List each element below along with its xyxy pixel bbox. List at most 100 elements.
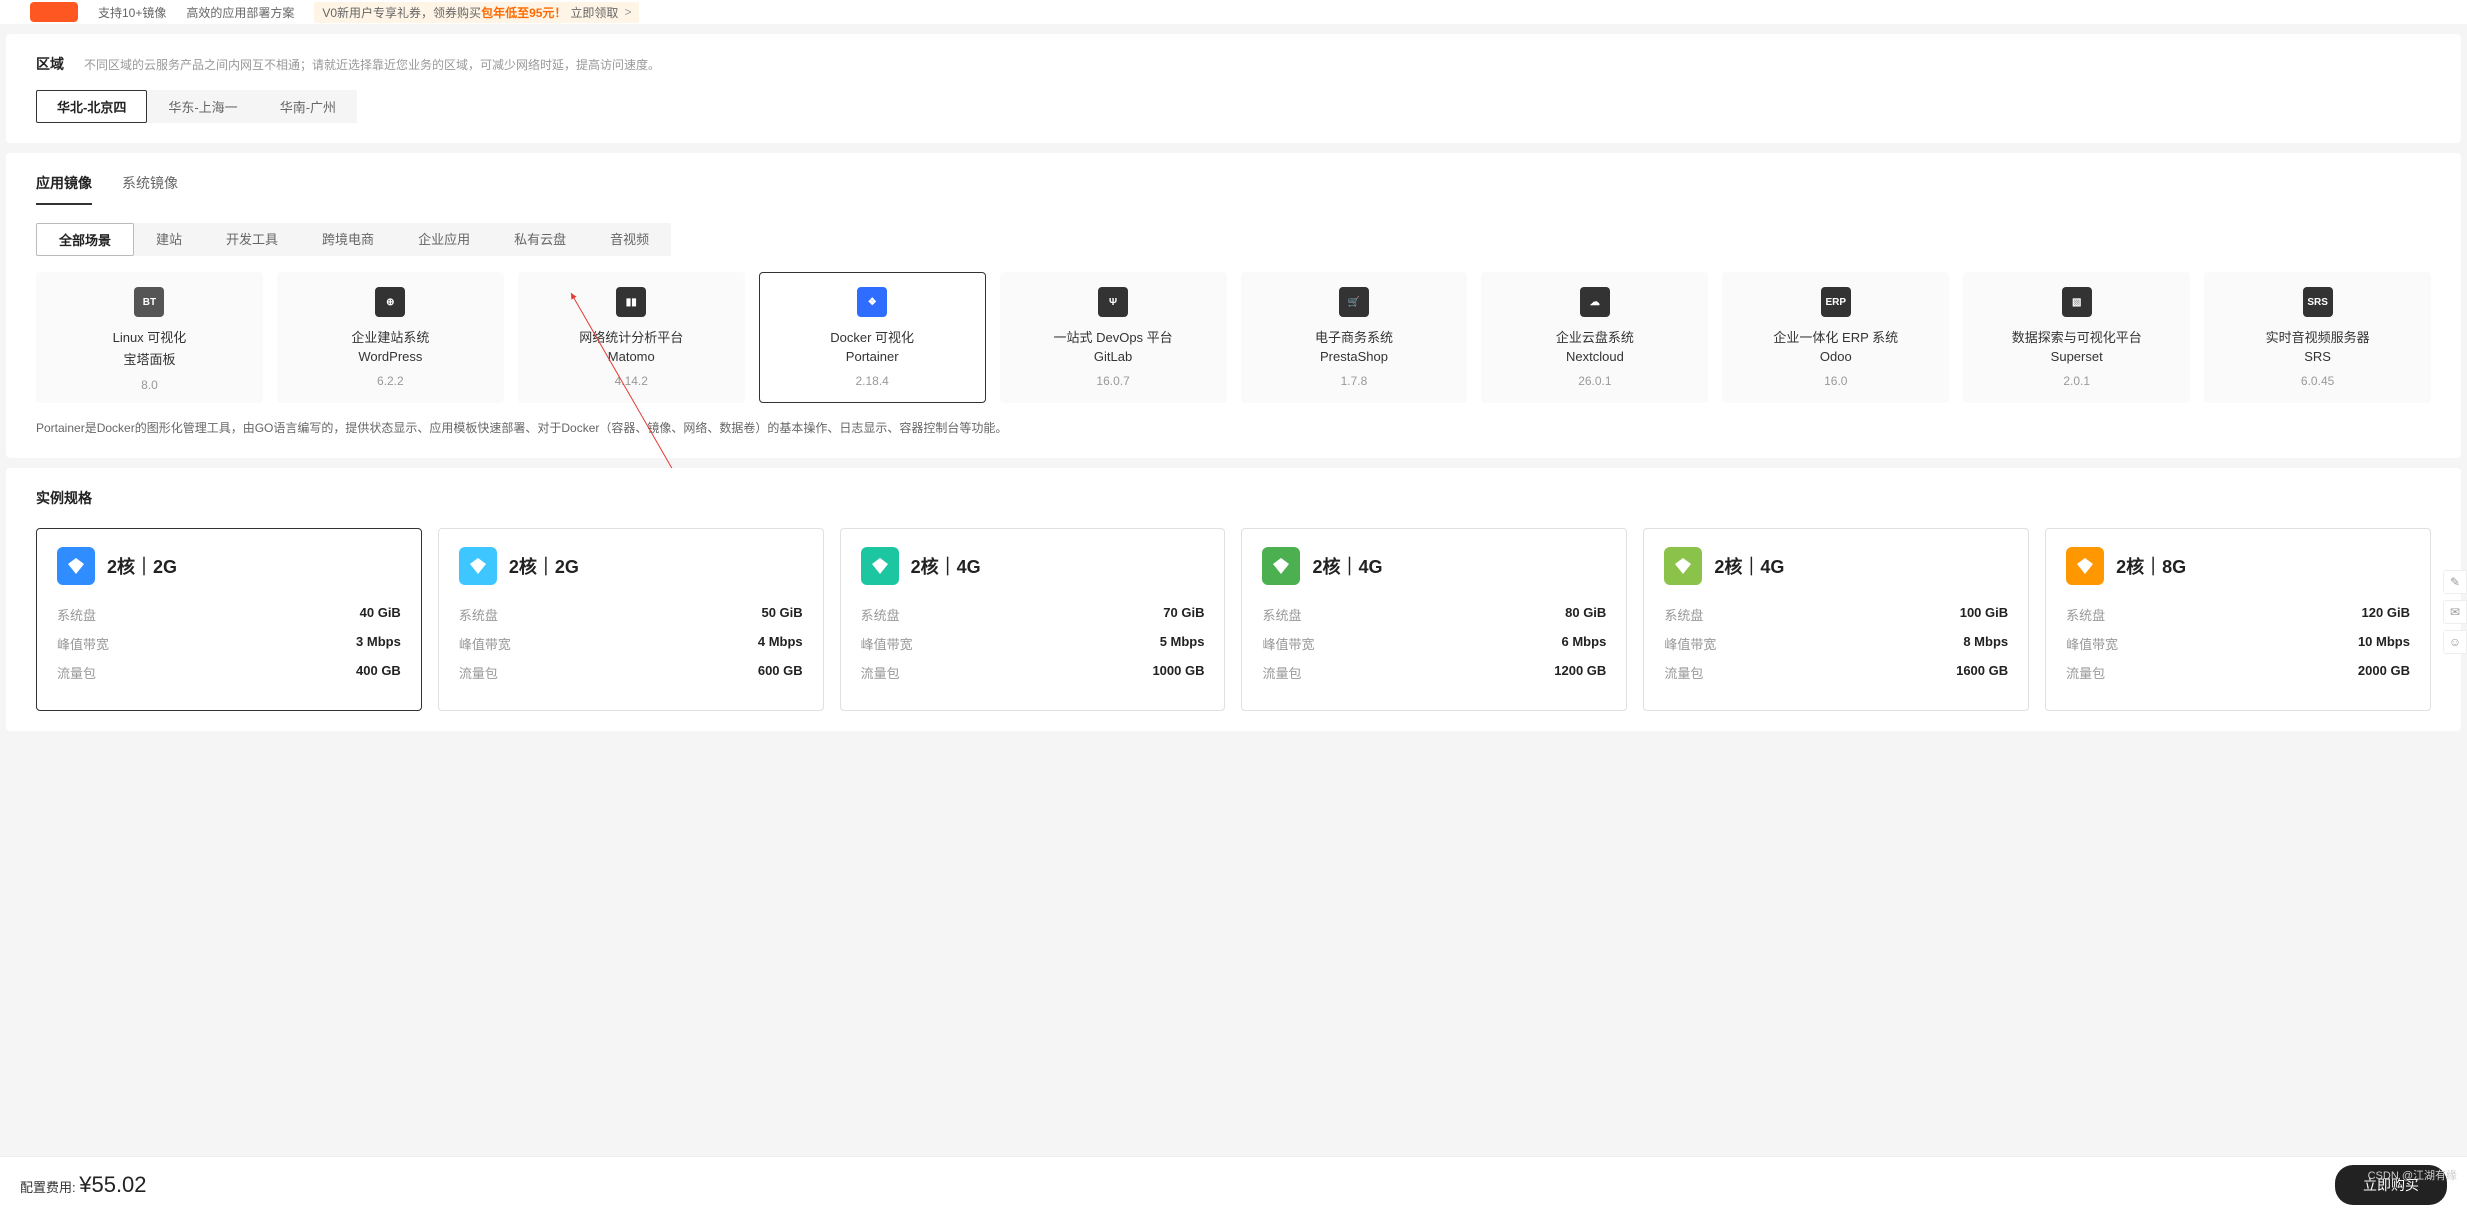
image-card-gitlab[interactable]: Ψ 一站式 DevOps 平台 GitLab 16.0.7 bbox=[1000, 272, 1227, 403]
brand-logo bbox=[30, 2, 78, 22]
promo-banner[interactable]: V0新用户专享礼券，领券购买 包年低至95元！ 立即领取 > bbox=[314, 2, 639, 23]
spec-card-0[interactable]: 2核｜2G 系统盘40 GiB 峰值带宽3 Mbps 流量包400 GB bbox=[36, 528, 422, 711]
spec-panel: 实例规格 2核｜2G 系统盘40 GiB 峰值带宽3 Mbps 流量包400 G… bbox=[6, 468, 2461, 731]
side-toolbar: ✎ ✉ ☺ bbox=[2443, 570, 2467, 654]
card-version: 4.14.2 bbox=[527, 374, 736, 388]
card-title: 企业建站系统 bbox=[286, 329, 495, 347]
card-version: 16.0 bbox=[1731, 374, 1940, 388]
spec-name: 2核｜4G bbox=[911, 553, 981, 579]
side-icon-2[interactable]: ✉ bbox=[2443, 600, 2467, 624]
image-description: Portainer是Docker的图形化管理工具，由GO语言编写的，提供状态显示… bbox=[36, 419, 2431, 438]
image-card-srs[interactable]: SRS 实时音视频服务器 SRS 6.0.45 bbox=[2204, 272, 2431, 403]
card-title: Docker 可视化 bbox=[768, 329, 977, 347]
spec-bw-value: 5 Mbps bbox=[1160, 634, 1205, 653]
card-version: 6.2.2 bbox=[286, 374, 495, 388]
card-icon: BT bbox=[134, 287, 164, 317]
image-card-prestashop[interactable]: 🛒 电子商务系统 PrestaShop 1.7.8 bbox=[1241, 272, 1468, 403]
diamond-icon bbox=[2066, 547, 2104, 585]
card-version: 8.0 bbox=[45, 378, 254, 392]
card-subtitle: Odoo bbox=[1731, 349, 1940, 364]
spec-card-1[interactable]: 2核｜2G 系统盘50 GiB 峰值带宽4 Mbps 流量包600 GB bbox=[438, 528, 824, 711]
scene-tabs: 全部场景建站开发工具跨境电商企业应用私有云盘音视频 bbox=[36, 223, 671, 256]
card-subtitle: WordPress bbox=[286, 349, 495, 364]
card-icon: ☁ bbox=[1580, 287, 1610, 317]
scene-tab-4[interactable]: 企业应用 bbox=[396, 223, 492, 256]
card-subtitle: Matomo bbox=[527, 349, 736, 364]
image-card-portainer[interactable]: ❖ Docker 可视化 Portainer 2.18.4 bbox=[759, 272, 986, 403]
spec-bw-label: 峰值带宽 bbox=[459, 634, 511, 653]
card-icon: 🛒 bbox=[1339, 287, 1369, 317]
scene-tab-6[interactable]: 音视频 bbox=[588, 223, 671, 256]
image-card-nextcloud[interactable]: ☁ 企业云盘系统 Nextcloud 26.0.1 bbox=[1481, 272, 1708, 403]
spec-bw-value: 8 Mbps bbox=[1963, 634, 2008, 653]
spec-disk-label: 系统盘 bbox=[861, 605, 900, 624]
region-tab-2[interactable]: 华南-广州 bbox=[259, 90, 357, 123]
image-card-matomo[interactable]: ▮▮ 网络统计分析平台 Matomo 4.14.2 bbox=[518, 272, 745, 403]
spec-traffic-label: 流量包 bbox=[2066, 663, 2105, 682]
card-version: 26.0.1 bbox=[1490, 374, 1699, 388]
scene-tab-5[interactable]: 私有云盘 bbox=[492, 223, 588, 256]
spec-card-2[interactable]: 2核｜4G 系统盘70 GiB 峰值带宽5 Mbps 流量包1000 GB bbox=[840, 528, 1226, 711]
image-tab-1[interactable]: 系统镜像 bbox=[122, 173, 178, 205]
spec-card-3[interactable]: 2核｜4G 系统盘80 GiB 峰值带宽6 Mbps 流量包1200 GB bbox=[1241, 528, 1627, 711]
scene-tab-0[interactable]: 全部场景 bbox=[36, 223, 134, 256]
card-version: 2.0.1 bbox=[1972, 374, 2181, 388]
spec-cards: 2核｜2G 系统盘40 GiB 峰值带宽3 Mbps 流量包400 GB 2核｜… bbox=[36, 528, 2431, 711]
promo-highlight: 包年低至95元！ bbox=[481, 4, 566, 21]
spec-card-4[interactable]: 2核｜4G 系统盘100 GiB 峰值带宽8 Mbps 流量包1600 GB bbox=[1643, 528, 2029, 711]
scene-tab-3[interactable]: 跨境电商 bbox=[300, 223, 396, 256]
spec-disk-label: 系统盘 bbox=[1262, 605, 1301, 624]
region-tab-1[interactable]: 华东-上海一 bbox=[147, 90, 258, 123]
spec-name: 2核｜2G bbox=[509, 553, 579, 579]
region-desc: 不同区域的云服务产品之间内网互不相通；请就近选择靠近您业务的区域，可减少网络时延… bbox=[84, 56, 660, 73]
spec-traffic-value: 400 GB bbox=[356, 663, 401, 682]
spec-bw-label: 峰值带宽 bbox=[1664, 634, 1716, 653]
spec-traffic-value: 1000 GB bbox=[1152, 663, 1204, 682]
spec-card-5[interactable]: 2核｜8G 系统盘120 GiB 峰值带宽10 Mbps 流量包2000 GB bbox=[2045, 528, 2431, 711]
card-version: 6.0.45 bbox=[2213, 374, 2422, 388]
watermark: CSDN @江湖有缘 bbox=[2368, 1167, 2457, 1183]
card-icon: ▮▮ bbox=[616, 287, 646, 317]
card-title: 实时音视频服务器 bbox=[2213, 329, 2422, 347]
card-subtitle: Superset bbox=[1972, 349, 2181, 364]
side-icon-3[interactable]: ☺ bbox=[2443, 630, 2467, 654]
card-title: 企业云盘系统 bbox=[1490, 329, 1699, 347]
spec-disk-label: 系统盘 bbox=[459, 605, 498, 624]
card-subtitle: 宝塔面板 bbox=[45, 349, 254, 368]
image-card-odoo[interactable]: ERP 企业一体化 ERP 系统 Odoo 16.0 bbox=[1722, 272, 1949, 403]
spec-traffic-value: 1200 GB bbox=[1554, 663, 1606, 682]
price-label: 配置费用: bbox=[20, 1180, 79, 1195]
promo-link: 立即领取 bbox=[570, 4, 618, 21]
spec-disk-label: 系统盘 bbox=[1664, 605, 1703, 624]
image-card-wordpress[interactable]: ⊕ 企业建站系统 WordPress 6.2.2 bbox=[277, 272, 504, 403]
image-card-superset[interactable]: ▧ 数据探索与可视化平台 Superset 2.0.1 bbox=[1963, 272, 2190, 403]
card-version: 1.7.8 bbox=[1250, 374, 1459, 388]
spec-traffic-label: 流量包 bbox=[1262, 663, 1301, 682]
scene-tab-1[interactable]: 建站 bbox=[134, 223, 204, 256]
diamond-icon bbox=[1664, 547, 1702, 585]
card-title: 企业一体化 ERP 系统 bbox=[1731, 329, 1940, 347]
spec-disk-label: 系统盘 bbox=[57, 605, 96, 624]
card-version: 16.0.7 bbox=[1009, 374, 1218, 388]
diamond-icon bbox=[459, 547, 497, 585]
image-tab-0[interactable]: 应用镜像 bbox=[36, 173, 92, 205]
spec-traffic-value: 600 GB bbox=[758, 663, 803, 682]
spec-traffic-label: 流量包 bbox=[861, 663, 900, 682]
spec-traffic-value: 1600 GB bbox=[1956, 663, 2008, 682]
card-subtitle: GitLab bbox=[1009, 349, 1218, 364]
spec-bw-value: 10 Mbps bbox=[2358, 634, 2410, 653]
card-icon: Ψ bbox=[1098, 287, 1128, 317]
spec-traffic-label: 流量包 bbox=[1664, 663, 1703, 682]
side-icon-1[interactable]: ✎ bbox=[2443, 570, 2467, 594]
spec-name: 2核｜2G bbox=[107, 553, 177, 579]
region-label: 区域 bbox=[36, 54, 64, 74]
price-value: ¥55.02 bbox=[79, 1172, 146, 1197]
spec-disk-value: 120 GiB bbox=[2362, 605, 2410, 624]
diamond-icon bbox=[1262, 547, 1300, 585]
spec-traffic-value: 2000 GB bbox=[2358, 663, 2410, 682]
scene-tab-2[interactable]: 开发工具 bbox=[204, 223, 300, 256]
image-card-宝塔面板[interactable]: BT Linux 可视化 宝塔面板 8.0 bbox=[36, 272, 263, 403]
diamond-icon bbox=[861, 547, 899, 585]
chevron-right-icon: > bbox=[624, 5, 631, 19]
region-tab-0[interactable]: 华北-北京四 bbox=[36, 90, 147, 123]
